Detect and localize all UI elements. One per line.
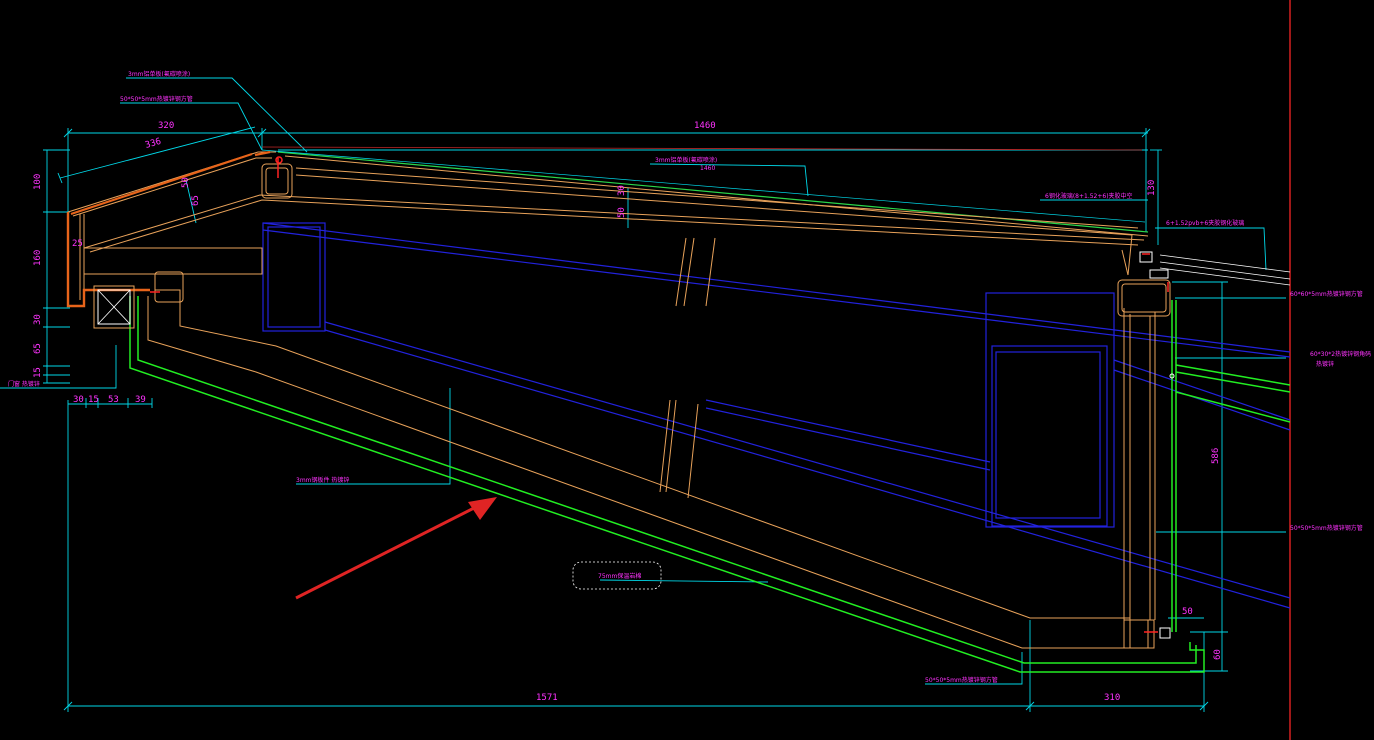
cad-drawing-canvas[interactable]: 1460 320 336 100 160 30 65 15 30 15 53 3… bbox=[0, 0, 1374, 740]
dim-50-right: 50 bbox=[1182, 607, 1193, 617]
dim-65-inner: 65 bbox=[191, 195, 201, 206]
note-top-plate: 3mm铝单板(氟碳喷涂) bbox=[128, 70, 190, 78]
dim-25-inner: 25 bbox=[72, 239, 83, 249]
note-tube-right: 60*60*5mm热镀锌钢方管 bbox=[1290, 290, 1363, 298]
dim-30-bottom: 30 bbox=[73, 395, 84, 405]
dim-15-bottom: 15 bbox=[88, 395, 99, 405]
dim-320: 320 bbox=[158, 121, 174, 131]
note-insulation: 75mm保温岩棉 bbox=[598, 572, 641, 580]
dim-60-right: 60 bbox=[1213, 649, 1223, 660]
dim-53-bottom: 53 bbox=[108, 395, 119, 405]
note-tube-bottom: 50*50*5mm热镀锌钢方管 bbox=[925, 676, 998, 684]
note-top-plate-mid: 3mm铝单板(氟碳喷涂) bbox=[655, 156, 717, 164]
dim-130-right: 130 bbox=[1147, 180, 1157, 196]
drawing-background bbox=[0, 0, 1374, 740]
note-left-bottom: 门窗 热镀锌 bbox=[8, 380, 40, 388]
dim-160: 160 bbox=[33, 250, 43, 266]
note-glass: 6钢化玻璃(8+1.52+6)夹胶中空 bbox=[1045, 192, 1133, 200]
note-angle: 60*30*2热镀锌钢角码 bbox=[1310, 350, 1371, 358]
note-top-plate-sub: 1460 bbox=[700, 165, 715, 172]
note-tube-left: 50*50*5mm热镀锌钢方管 bbox=[120, 95, 193, 103]
dim-100: 100 bbox=[33, 174, 43, 190]
dim-1460: 1460 bbox=[694, 121, 716, 131]
note-angle-2: 热镀锌 bbox=[1316, 360, 1334, 368]
dim-310: 310 bbox=[1104, 693, 1120, 703]
note-tube-right-2: 50*50*5mm热镀锌钢方管 bbox=[1290, 524, 1363, 532]
dim-39-bottom: 39 bbox=[135, 395, 146, 405]
dim-15-left: 15 bbox=[33, 367, 43, 378]
note-laminated: 6+1.52pvb+6夹胶钢化玻璃 bbox=[1166, 219, 1244, 227]
dim-30-left: 30 bbox=[33, 314, 43, 325]
dim-586-right: 586 bbox=[1211, 448, 1221, 464]
dim-50-mid: 50 bbox=[617, 207, 627, 218]
dim-1571: 1571 bbox=[536, 693, 558, 703]
dim-65-left: 65 bbox=[33, 343, 43, 354]
dim-30-mid: 30 bbox=[617, 185, 627, 196]
note-steel: 3mm钢板件 热镀锌 bbox=[296, 476, 349, 484]
dim-50-inner: 50 bbox=[181, 177, 191, 188]
